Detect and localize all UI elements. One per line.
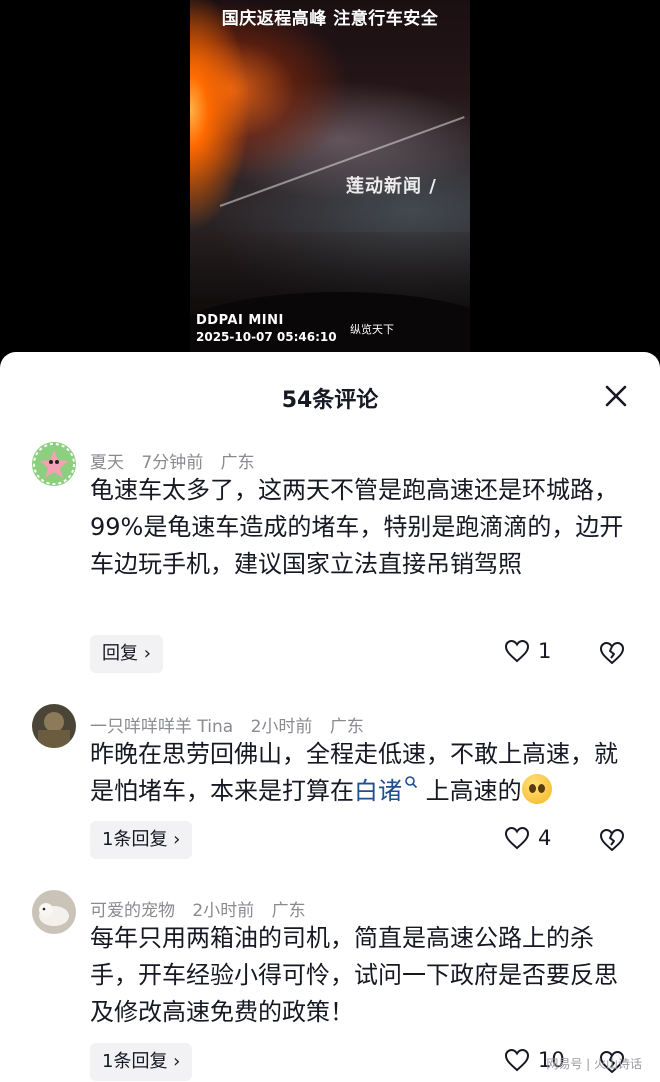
video-tag: 纵览天下 [350, 323, 394, 336]
video-area[interactable]: 国庆返程高峰 注意行车安全 莲动新闻 / DDPAI MINI 2025-10-… [0, 0, 660, 372]
reply-button[interactable]: 1条回复 › [90, 1043, 193, 1081]
comment-meta: 一只咩咩咩羊 Tina 2小时前 广东 [90, 712, 376, 737]
reply-button[interactable]: 回复 › [90, 635, 163, 673]
comment-username[interactable]: 夏天 [90, 453, 124, 473]
comment-meta: 可爱的宠物 2小时前 广东 [90, 896, 318, 921]
comment-text: 每年只用两箱油的司机，简直是高速公路上的杀手，开车经验小得可怜，试问一下政府是否… [90, 924, 618, 1026]
comment-text: 龟速车太多了，这两天不管是跑高速还是环城路，99%是龟速车造成的堵车，特别是跑滴… [90, 476, 624, 578]
avatar-starfish-icon [32, 442, 76, 486]
avatar[interactable] [32, 890, 76, 934]
comment-location: 广东 [329, 717, 364, 737]
comment-time: 2小时前 [192, 901, 255, 921]
pleading-face-icon [521, 774, 552, 804]
like-count: 1 [538, 639, 552, 663]
comment-sheet: 54条评论 夏天 7分钟前 广东 龟速车太多了，这两天不管是跑高速还是环城路，9… [0, 352, 660, 1082]
broken-heart-icon[interactable] [599, 641, 625, 665]
heart-icon [504, 826, 530, 850]
comment-time: 2小时前 [250, 717, 313, 737]
reply-button[interactable]: 1条回复 › [90, 821, 193, 859]
heart-icon [504, 639, 530, 663]
comment-username[interactable]: 可爱的宠物 [90, 901, 175, 921]
avatar-photo-icon [32, 704, 76, 748]
video-title: 国庆返程高峰 注意行车安全 [221, 9, 439, 29]
comment-count-title: 54条评论 [281, 388, 379, 413]
video-player[interactable]: 国庆返程高峰 注意行车安全 莲动新闻 / DDPAI MINI 2025-10-… [190, 0, 470, 352]
location-link-label: 白诸 [354, 777, 402, 805]
search-icon [405, 776, 418, 789]
avatar[interactable] [32, 442, 76, 486]
comment-meta: 夏天 7分钟前 广东 [90, 448, 267, 473]
avatar-pet-icon [32, 890, 76, 934]
close-icon[interactable] [602, 382, 630, 410]
location-link[interactable]: 白诸 [354, 776, 418, 805]
comment-location: 广东 [271, 901, 306, 921]
comment-text-after: 上高速的 [418, 777, 522, 805]
comment-location: 广东 [220, 453, 255, 473]
avatar[interactable] [32, 704, 76, 748]
comment-text: 昨晚在思劳回佛山，全程走低速，不敢上高速，就是怕堵车，本来是打算在白诸 上高速的 [90, 736, 638, 810]
heart-icon [504, 1048, 530, 1072]
like-button[interactable]: 4 [504, 826, 551, 850]
dashcam-timestamp: 2025-10-07 05:46:10 [196, 330, 337, 344]
like-button[interactable]: 1 [504, 639, 551, 663]
news-watermark: 莲动新闻 / [346, 176, 437, 197]
broken-heart-icon[interactable] [599, 828, 625, 852]
comment-time: 7分钟前 [141, 453, 204, 473]
like-count: 4 [538, 826, 552, 850]
source-watermark: 网易号 | 火山诗话 [546, 1057, 642, 1071]
dashcam-brand: DDPAI MINI [196, 313, 284, 328]
comment-username[interactable]: 一只咩咩咩羊 Tina [90, 717, 233, 737]
